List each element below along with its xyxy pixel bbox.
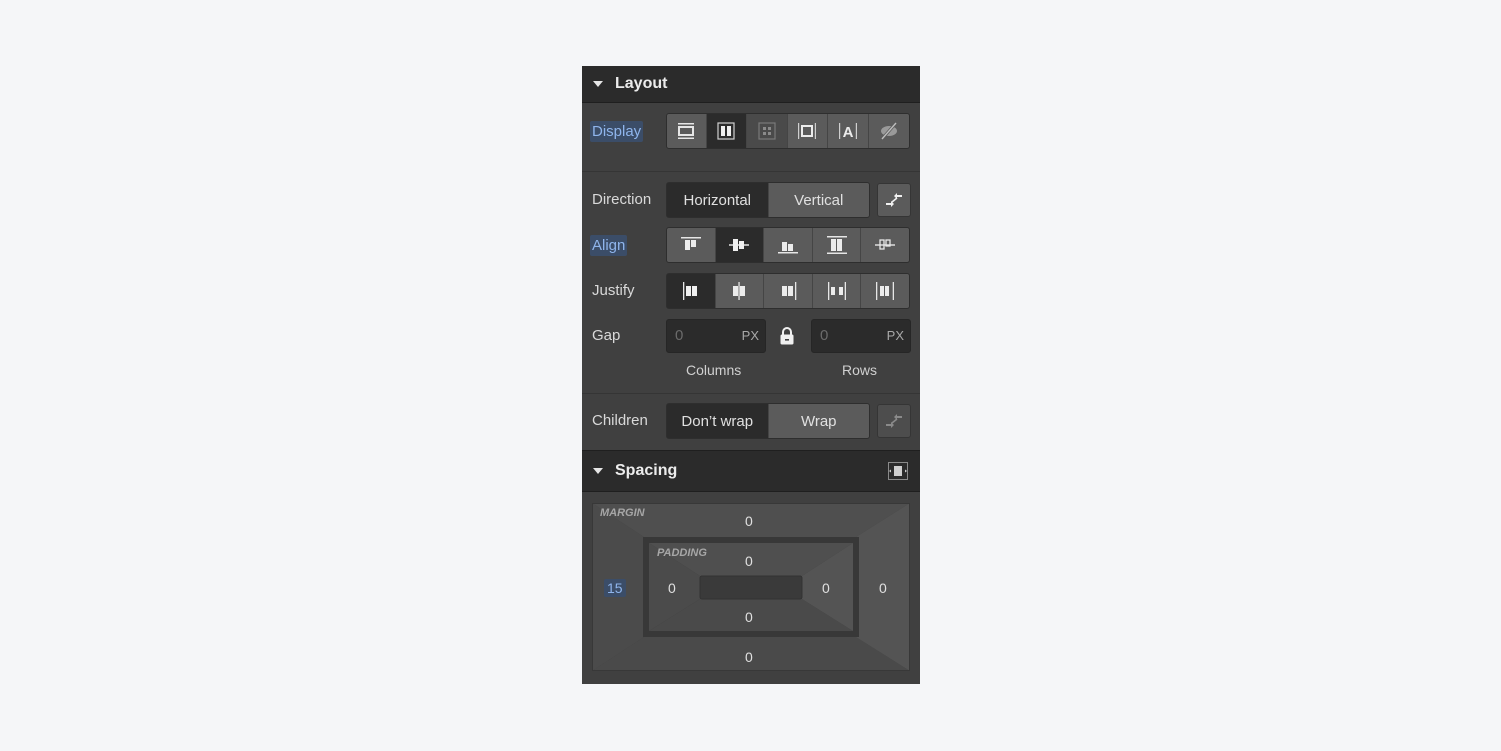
align-segmented-control: [666, 227, 910, 263]
direction-reverse-button[interactable]: [877, 183, 911, 217]
children-label: Children: [592, 412, 648, 429]
justify-row: Justify: [582, 273, 920, 309]
collapse-caret-icon[interactable]: [593, 468, 603, 474]
layout-section-title: Layout: [615, 75, 668, 92]
align-start-icon: [680, 237, 701, 250]
align-label[interactable]: Align: [590, 235, 628, 256]
justify-end-icon: [781, 282, 797, 300]
children-dont-wrap-button[interactable]: Don’t wrap: [667, 404, 769, 438]
display-flex-icon: [717, 122, 735, 140]
display-none-icon: [880, 122, 898, 140]
display-row: Display A: [582, 113, 920, 149]
justify-start-icon: [682, 282, 697, 300]
display-grid-button[interactable]: [746, 114, 788, 148]
display-grid-icon: [757, 122, 776, 140]
display-label[interactable]: Display: [590, 121, 644, 142]
children-reverse-button[interactable]: [877, 404, 911, 438]
gap-columns-caption: Columns: [686, 362, 742, 378]
direction-horizontal-button[interactable]: Horizontal: [667, 183, 769, 217]
layout-section-header[interactable]: Layout: [582, 66, 920, 103]
padding-left-value[interactable]: 0: [668, 580, 676, 596]
reverse-arrows-icon: [886, 193, 902, 207]
gap-rows-value: 0: [820, 327, 829, 344]
align-start-button[interactable]: [667, 228, 716, 262]
justify-space-around-icon: [876, 282, 895, 300]
justify-label: Justify: [592, 282, 635, 299]
direction-vertical-button[interactable]: Vertical: [768, 183, 869, 217]
children-row: Children Don’t wrap Wrap: [582, 403, 920, 439]
direction-segmented-control: Horizontal Vertical: [666, 182, 870, 218]
display-inline-button[interactable]: A: [828, 114, 870, 148]
spacing-box-icon: [888, 462, 908, 480]
gap-columns-value: 0: [675, 327, 684, 344]
justify-start-button[interactable]: [667, 274, 716, 308]
align-center-icon: [729, 239, 750, 251]
gap-row: Gap 0 PX 0 PX: [582, 319, 920, 353]
children-wrap-segmented-control: Don’t wrap Wrap: [666, 403, 870, 439]
justify-space-between-icon: [827, 282, 846, 300]
margin-caption: MARGIN: [600, 507, 645, 519]
spacing-preset-button[interactable]: [888, 462, 908, 484]
direction-row: Direction Horizontal Vertical: [582, 182, 920, 218]
display-none-button[interactable]: [869, 114, 909, 148]
padding-top-value[interactable]: 0: [745, 553, 753, 569]
align-stretch-button[interactable]: [812, 228, 862, 262]
align-end-button[interactable]: [764, 228, 813, 262]
display-flex-button[interactable]: [706, 114, 747, 148]
display-segmented-control: A: [666, 113, 910, 149]
spacing-section-title: Spacing: [615, 462, 678, 479]
justify-end-button[interactable]: [764, 274, 813, 308]
gap-rows-caption: Rows: [842, 362, 878, 378]
gap-columns-input[interactable]: 0 PX: [666, 319, 766, 353]
direction-label: Direction: [592, 191, 652, 208]
gap-columns-unit[interactable]: PX: [742, 328, 759, 343]
divider: [582, 171, 920, 172]
svg-text:A: A: [843, 124, 854, 140]
justify-space-between-button[interactable]: [812, 274, 862, 308]
children-wrap-button[interactable]: Wrap: [768, 404, 869, 438]
gap-label: Gap: [592, 327, 621, 344]
align-row: Align: [582, 227, 920, 263]
spacing-box-model: MARGIN PADDING 0 0 15 0 0 0 0 0: [592, 503, 910, 671]
collapse-caret-icon[interactable]: [593, 81, 603, 87]
style-panel: Layout Display A Direction Horizontal Ve…: [582, 66, 920, 684]
justify-center-button[interactable]: [715, 274, 765, 308]
justify-center-icon: [733, 282, 746, 300]
gap-rows-unit[interactable]: PX: [887, 328, 904, 343]
content-box: [699, 575, 803, 600]
display-block-button[interactable]: [667, 114, 707, 148]
margin-right-value[interactable]: 0: [879, 580, 887, 596]
display-inline-block-button[interactable]: [787, 114, 829, 148]
align-end-icon: [777, 242, 798, 254]
gap-rows-input[interactable]: 0 PX: [811, 319, 911, 353]
padding-right-value[interactable]: 0: [822, 580, 830, 596]
display-inline-block-icon: [798, 123, 817, 139]
spacing-section-header[interactable]: Spacing: [582, 450, 920, 492]
align-stretch-icon: [826, 236, 847, 254]
reverse-arrows-icon: [886, 414, 902, 428]
margin-top-value[interactable]: 0: [745, 513, 753, 529]
padding-bottom-value[interactable]: 0: [745, 609, 753, 625]
justify-segmented-control: [666, 273, 910, 309]
divider: [582, 393, 920, 394]
align-baseline-button[interactable]: [861, 228, 909, 262]
gap-lock-button[interactable]: [779, 326, 795, 346]
align-center-button[interactable]: [715, 228, 765, 262]
padding-caption: PADDING: [657, 547, 707, 559]
display-block-icon: [678, 123, 695, 139]
justify-space-around-button[interactable]: [861, 274, 909, 308]
align-baseline-icon: [875, 239, 896, 250]
margin-bottom-value[interactable]: 0: [745, 649, 753, 665]
margin-left-value[interactable]: 15: [604, 579, 626, 597]
lock-icon: [780, 327, 794, 345]
display-inline-icon: A: [839, 123, 858, 140]
